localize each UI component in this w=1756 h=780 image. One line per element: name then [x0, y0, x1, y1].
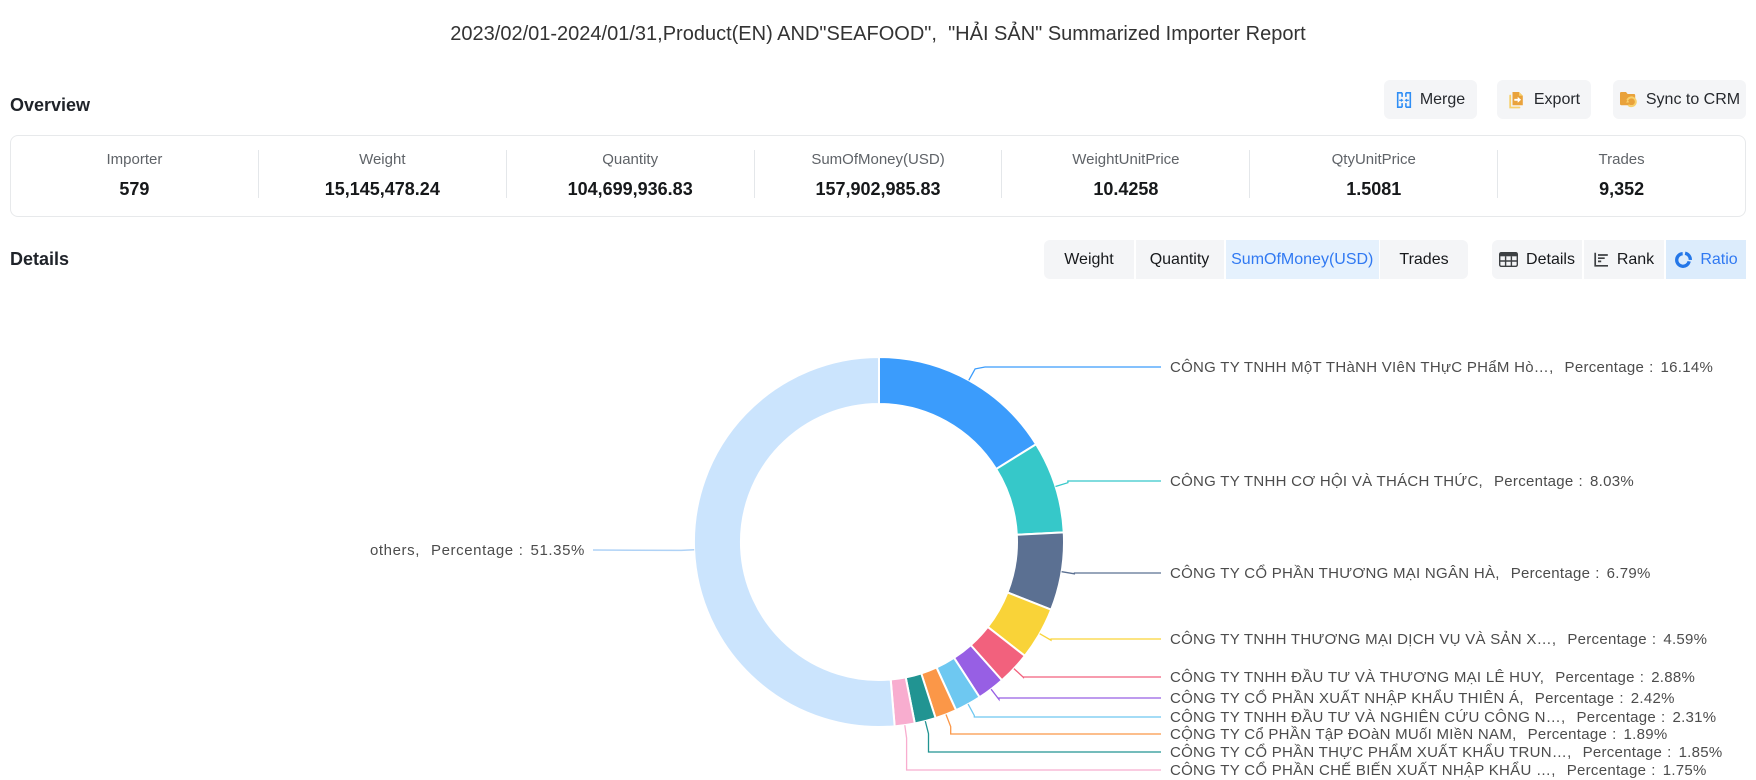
svg-text:CÔNG TY CỔ PHẦN THỰC PHẨM XUẤT: CÔNG TY CỔ PHẦN THỰC PHẨM XUẤT KHẨU TRUN… — [1170, 743, 1723, 761]
svg-text:others,Percentage:51.35%: others,Percentage:51.35% — [370, 542, 585, 559]
svg-text:CÔNG TY CỔ PHẦN THƯƠNG MẠI NGÂ: CÔNG TY CỔ PHẦN THƯƠNG MẠI NGÂN HÀ,Perce… — [1170, 564, 1651, 582]
svg-text:CÔNG TY CỔ PHẦN CHẾ BIẾN XUẤT: CÔNG TY CỔ PHẦN CHẾ BIẾN XUẤT NHẬP KHẨU … — [1170, 761, 1707, 779]
svg-text:CÔNG TY TNHH THƯƠNG MẠI DỊCH V: CÔNG TY TNHH THƯƠNG MẠI DỊCH VỤ VÀ SẢN X… — [1170, 631, 1707, 648]
svg-text:CỘNG TY Cổ PHẦN TậP ĐOàN MUốI: CỘNG TY Cổ PHẦN TậP ĐOàN MUốI MIềN NAM,P… — [1170, 726, 1667, 743]
svg-text:CÔNG TY CỔ PHẦN XUẤT NHẬP KHẨU: CÔNG TY CỔ PHẦN XUẤT NHẬP KHẨU THIÊN Á,P… — [1170, 689, 1675, 707]
svg-text:CÔNG TY TNHH MộT THàNH VIêN TH: CÔNG TY TNHH MộT THàNH VIêN THựC PHẩM Hò… — [1170, 359, 1713, 376]
svg-text:CÔNG TY TNHH ĐẦU TƯ VÀ THƯƠNG: CÔNG TY TNHH ĐẦU TƯ VÀ THƯƠNG MẠI LÊ HUY… — [1170, 669, 1695, 686]
svg-text:CÔNG TY TNHH ĐẦU TƯ VÀ NGHIÊN: CÔNG TY TNHH ĐẦU TƯ VÀ NGHIÊN CỨU CÔNG N… — [1170, 709, 1716, 726]
svg-text:CÔNG TY TNHH CƠ HỘI VÀ THÁCH T: CÔNG TY TNHH CƠ HỘI VÀ THÁCH THỨC,Percen… — [1170, 473, 1634, 490]
